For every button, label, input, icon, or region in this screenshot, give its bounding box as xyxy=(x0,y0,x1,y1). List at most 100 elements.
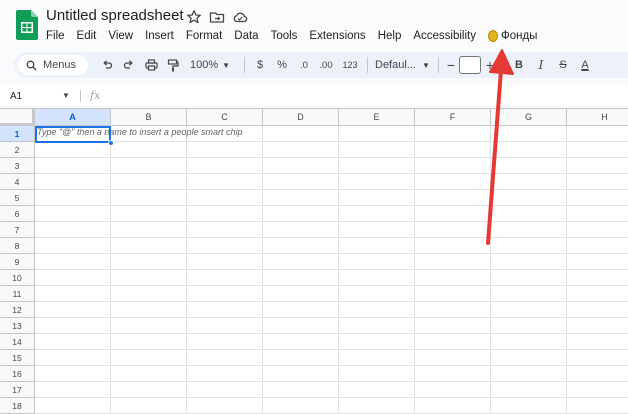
font-family-select[interactable]: Defaul... ▼ xyxy=(372,55,434,75)
paint-format-button[interactable] xyxy=(162,55,184,75)
sheets-logo-icon[interactable] xyxy=(16,10,38,40)
title-bar: Untitled spreadsheet File Edit View Inse… xyxy=(0,0,628,50)
row-header-15[interactable]: 15 xyxy=(0,350,35,366)
font-family-value: Defaul... xyxy=(375,59,416,71)
search-icon xyxy=(26,60,37,70)
print-button[interactable] xyxy=(140,55,162,75)
menu-funds-label: Фонды xyxy=(500,30,538,42)
redo-icon xyxy=(123,60,133,69)
row-header-6[interactable]: 6 xyxy=(0,206,35,222)
toolbar-divider xyxy=(244,57,245,73)
row-gridline xyxy=(35,205,628,206)
column-header-h[interactable]: H xyxy=(567,109,628,126)
row-gridline xyxy=(35,301,628,302)
row-header-5[interactable]: 5 xyxy=(0,190,35,206)
number-format-button[interactable]: 123 xyxy=(337,55,363,75)
column-header-a[interactable]: A xyxy=(35,109,111,126)
move-to-folder-icon[interactable] xyxy=(209,9,225,25)
column-header-d[interactable]: D xyxy=(263,109,339,126)
menu-funds[interactable]: Фонды xyxy=(482,30,543,42)
column-header-b[interactable]: B xyxy=(111,109,187,126)
sheets-window: Untitled spreadsheet File Edit View Inse… xyxy=(0,0,628,414)
menu-data[interactable]: Data xyxy=(228,30,264,42)
row-gridline xyxy=(35,157,628,158)
row-gridline xyxy=(35,285,628,286)
menu-bar: File Edit View Insert Format Data Tools … xyxy=(40,27,543,45)
row-header-8[interactable]: 8 xyxy=(0,238,35,254)
zoom-select[interactable]: 100% ▼ xyxy=(188,55,240,75)
coin-icon xyxy=(487,30,498,42)
strikethrough-button[interactable]: S xyxy=(552,55,574,75)
row-header-7[interactable]: 7 xyxy=(0,222,35,238)
menu-format[interactable]: Format xyxy=(180,30,228,42)
row-gridline xyxy=(35,349,628,350)
star-icon[interactable] xyxy=(186,9,202,25)
increase-font-size-button[interactable]: + xyxy=(481,55,499,75)
column-gridline xyxy=(262,126,263,414)
row-header-3[interactable]: 3 xyxy=(0,158,35,174)
decrease-font-size-button[interactable]: − xyxy=(443,55,459,75)
row-gridline xyxy=(35,365,628,366)
zoom-value: 100% xyxy=(190,59,219,71)
cloud-saved-icon[interactable] xyxy=(232,9,248,25)
search-menus-label: Menus xyxy=(43,59,77,71)
menu-help[interactable]: Help xyxy=(372,30,408,42)
column-gridline xyxy=(110,126,111,414)
row-gridline xyxy=(35,397,628,398)
menu-tools[interactable]: Tools xyxy=(265,30,304,42)
menu-extensions[interactable]: Extensions xyxy=(303,30,371,42)
selected-cell-a1[interactable] xyxy=(35,126,111,143)
fx-icon: fx xyxy=(90,89,101,102)
column-gridline xyxy=(186,126,187,414)
currency-button[interactable]: $ xyxy=(249,55,271,75)
row-header-4[interactable]: 4 xyxy=(0,174,35,190)
document-title[interactable]: Untitled spreadsheet xyxy=(46,7,184,24)
bold-button[interactable]: B xyxy=(508,55,530,75)
undo-button[interactable] xyxy=(96,55,118,75)
column-header-e[interactable]: E xyxy=(339,109,415,126)
row-header-13[interactable]: 13 xyxy=(0,318,35,334)
row-gridline xyxy=(35,381,628,382)
column-gridline xyxy=(490,126,491,414)
percent-button[interactable]: % xyxy=(271,55,293,75)
chevron-down-icon: ▼ xyxy=(222,60,231,70)
row-gridline xyxy=(35,141,628,142)
column-header-f[interactable]: F xyxy=(415,109,491,126)
fill-handle[interactable] xyxy=(108,140,114,146)
spreadsheet-grid[interactable]: A B C D E F G H 1 2 3 4 5 6 7 8 9 10 11 12 13 14 15 16 17 18 Type … xyxy=(0,108,628,414)
decrease-decimal-button[interactable]: .0 xyxy=(293,55,315,75)
print-icon xyxy=(144,59,158,71)
column-header-c[interactable]: C xyxy=(187,109,263,126)
menu-accessibility[interactable]: Accessibility xyxy=(407,30,482,42)
increase-decimal-button[interactable]: .00 xyxy=(315,55,337,75)
font-size-input[interactable] xyxy=(459,56,481,74)
redo-button[interactable] xyxy=(118,55,140,75)
select-all-corner[interactable] xyxy=(0,109,35,126)
row-header-9[interactable]: 9 xyxy=(0,254,35,270)
italic-button[interactable]: I xyxy=(530,55,552,75)
search-menus-button[interactable]: Menus xyxy=(18,55,88,75)
row-gridline xyxy=(35,221,628,222)
menu-file[interactable]: File xyxy=(40,30,71,42)
chevron-down-icon[interactable]: ▼ xyxy=(62,91,70,100)
menu-edit[interactable]: Edit xyxy=(71,30,103,42)
row-header-10[interactable]: 10 xyxy=(0,270,35,286)
column-header-g[interactable]: G xyxy=(491,109,567,126)
menu-view[interactable]: View xyxy=(102,30,139,42)
row-header-17[interactable]: 17 xyxy=(0,382,35,398)
text-color-button[interactable]: A xyxy=(574,55,596,75)
row-header-1[interactable]: 1 xyxy=(0,126,35,142)
row-header-14[interactable]: 14 xyxy=(0,334,35,350)
paint-format-icon xyxy=(167,58,179,71)
row-header-12[interactable]: 12 xyxy=(0,302,35,318)
toolbar-divider xyxy=(438,57,439,73)
row-header-11[interactable]: 11 xyxy=(0,286,35,302)
row-gridline xyxy=(35,269,628,270)
toolbar-divider xyxy=(367,57,368,73)
row-header-16[interactable]: 16 xyxy=(0,366,35,382)
row-gridline xyxy=(35,189,628,190)
toolbar: Menus 100% ▼ $ % .0 .00 123 Defaul... ▼ … xyxy=(14,52,628,78)
row-header-18[interactable]: 18 xyxy=(0,398,35,414)
row-header-2[interactable]: 2 xyxy=(0,142,35,158)
menu-insert[interactable]: Insert xyxy=(139,30,180,42)
